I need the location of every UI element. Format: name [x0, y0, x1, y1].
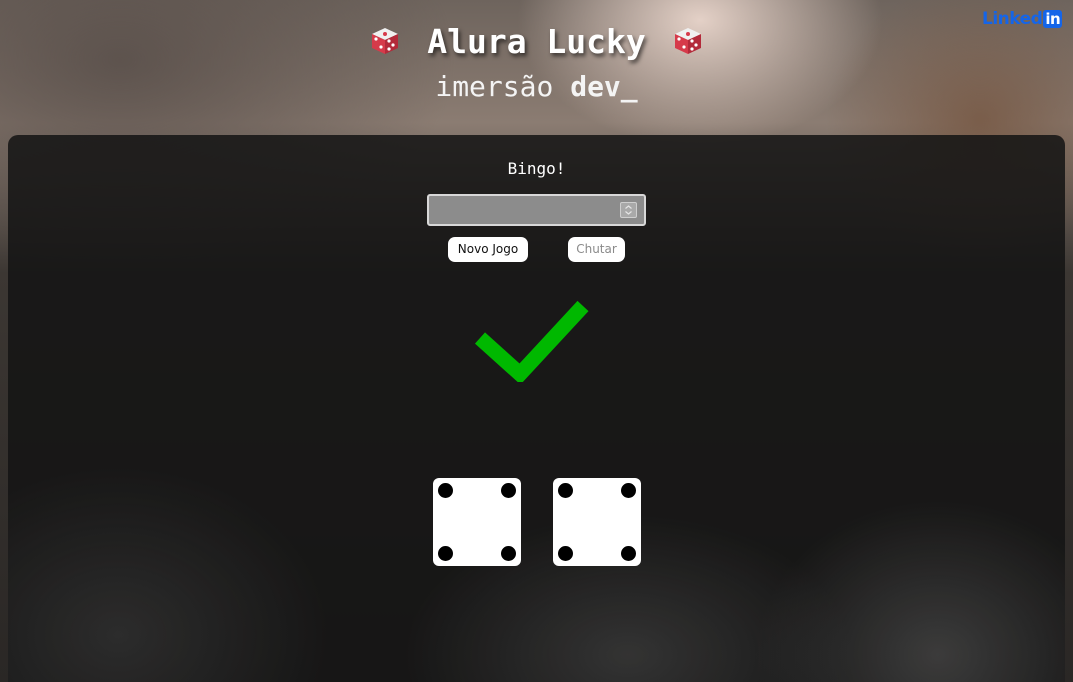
die-pip [501, 483, 516, 498]
header: Alura Lucky imersão dev_ [0, 0, 1073, 130]
linkedin-link[interactable]: Linked in [982, 9, 1063, 29]
status-message: Bingo! [507, 159, 566, 178]
subtitle-bold: dev_ [570, 70, 638, 103]
die-2 [553, 478, 641, 566]
die-1 [433, 478, 521, 566]
game-die-icon [371, 24, 399, 54]
checkmark-icon [474, 300, 589, 385]
linkedin-text: Linked [982, 9, 1043, 29]
page-subtitle: imersão dev_ [0, 70, 1073, 103]
game-panel: Bingo! Novo Jogo Chutar [8, 135, 1065, 682]
guess-button[interactable]: Chutar [568, 237, 625, 262]
die-pip [501, 546, 516, 561]
number-spinner[interactable] [620, 202, 637, 218]
die-pip [621, 483, 636, 498]
subtitle-light: imersão [435, 70, 554, 103]
die-pip [438, 483, 453, 498]
linkedin-badge: in [1043, 10, 1063, 28]
title-text: Alura Lucky [427, 22, 646, 61]
guess-input[interactable] [427, 194, 646, 226]
die-pip [558, 483, 573, 498]
die-pip [558, 546, 573, 561]
die-pip [621, 546, 636, 561]
die-pip [438, 546, 453, 561]
new-game-button[interactable]: Novo Jogo [448, 237, 528, 262]
page-title: Alura Lucky [0, 22, 1073, 61]
game-die-icon [674, 24, 702, 54]
